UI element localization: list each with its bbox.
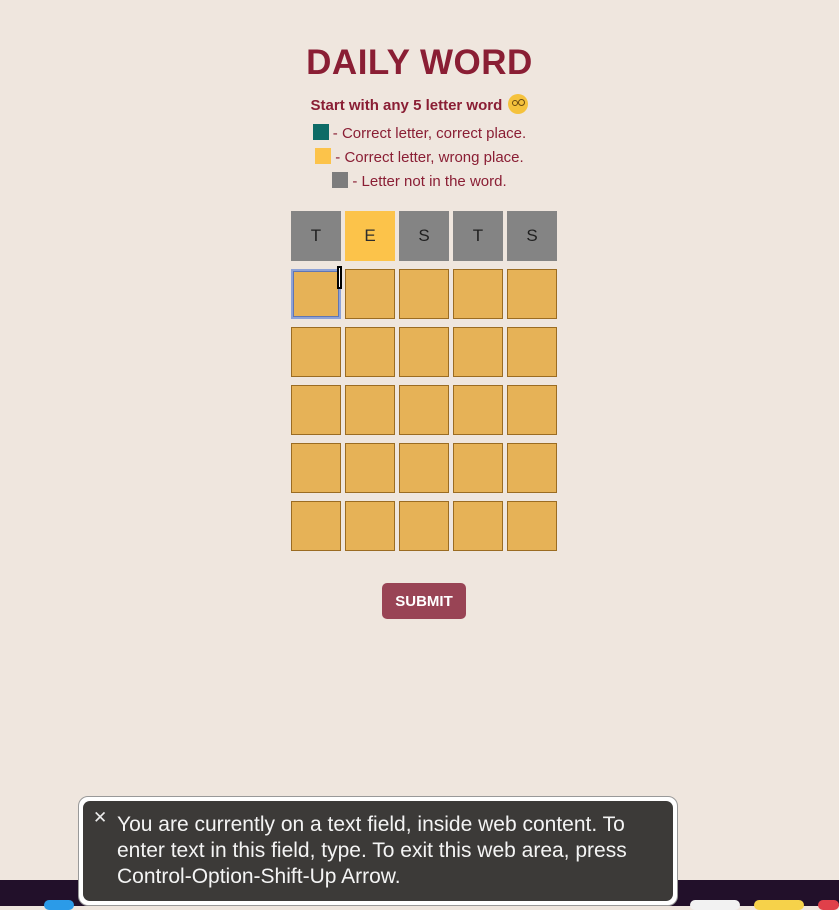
letter-input-field[interactable] [291, 443, 341, 493]
letter-input-field[interactable] [399, 501, 449, 551]
letter-input-field[interactable] [507, 443, 557, 493]
legend-text: - Correct letter, correct place. [332, 125, 527, 142]
legend-item-not-in-word: - Letter not in the word. [0, 172, 839, 196]
voiceover-caption-body: ✕ You are currently on a text field, ins… [83, 801, 673, 901]
subtitle-text: Start with any 5 letter word [310, 97, 503, 114]
letter-input-field[interactable] [453, 443, 503, 493]
letter-input-field[interactable] [507, 327, 557, 377]
letter-input-field[interactable] [345, 443, 395, 493]
subtitle: Start with any 5 letter word [0, 94, 839, 114]
letter-input-field[interactable] [507, 385, 557, 435]
letter-input-field[interactable] [399, 327, 449, 377]
letter-input-field[interactable] [399, 269, 449, 319]
letter-input-field[interactable] [453, 327, 503, 377]
letter-input-field[interactable] [345, 385, 395, 435]
guess-tile: T [291, 211, 341, 261]
legend-item-correct-place: - Correct letter, correct place. [0, 124, 839, 148]
dock-app-icon[interactable] [818, 900, 839, 910]
letter-input-field[interactable] [291, 269, 341, 319]
input-row [291, 443, 557, 493]
letter-input-field[interactable] [345, 327, 395, 377]
dock-app-icon[interactable] [754, 900, 804, 910]
guess-tile: S [507, 211, 557, 261]
legend-text: - Letter not in the word. [352, 173, 507, 190]
gray-square-icon [332, 172, 349, 188]
dock-app-icon[interactable] [690, 900, 740, 910]
thinking-face-emoji-icon [508, 94, 529, 114]
letter-input-field[interactable] [345, 501, 395, 551]
letter-input-field[interactable] [291, 385, 341, 435]
dock-app-icon[interactable] [44, 900, 74, 910]
input-row [291, 385, 557, 435]
legend: - Correct letter, correct place. - Corre… [0, 124, 839, 196]
page-title: DAILY WORD [306, 43, 533, 82]
letter-input-field[interactable] [507, 269, 557, 319]
close-icon[interactable]: ✕ [93, 809, 107, 826]
submit-button[interactable]: SUBMIT [382, 583, 466, 619]
voiceover-caption-panel: ✕ You are currently on a text field, ins… [78, 796, 678, 906]
teal-square-icon [312, 124, 329, 140]
input-row [291, 327, 557, 377]
letter-input-field[interactable] [507, 501, 557, 551]
input-row [291, 501, 557, 551]
letter-input-field[interactable] [399, 443, 449, 493]
letter-input-field[interactable] [453, 269, 503, 319]
guess-tile: E [345, 211, 395, 261]
letter-input-field[interactable] [291, 327, 341, 377]
guess-row: T E S T S [291, 211, 557, 261]
game-board: T E S T S [291, 211, 557, 559]
legend-text: - Correct letter, wrong place. [335, 149, 524, 166]
legend-item-wrong-place: - Correct letter, wrong place. [0, 148, 839, 172]
text-cursor-icon [337, 266, 342, 289]
input-row [291, 269, 557, 319]
voiceover-message: You are currently on a text field, insid… [117, 813, 627, 888]
letter-input-field[interactable] [345, 269, 395, 319]
letter-input-field[interactable] [453, 385, 503, 435]
guess-tile: T [453, 211, 503, 261]
letter-input-field[interactable] [399, 385, 449, 435]
yellow-square-icon [315, 148, 332, 164]
letter-input-field[interactable] [453, 501, 503, 551]
letter-input-field[interactable] [291, 501, 341, 551]
guess-tile: S [399, 211, 449, 261]
